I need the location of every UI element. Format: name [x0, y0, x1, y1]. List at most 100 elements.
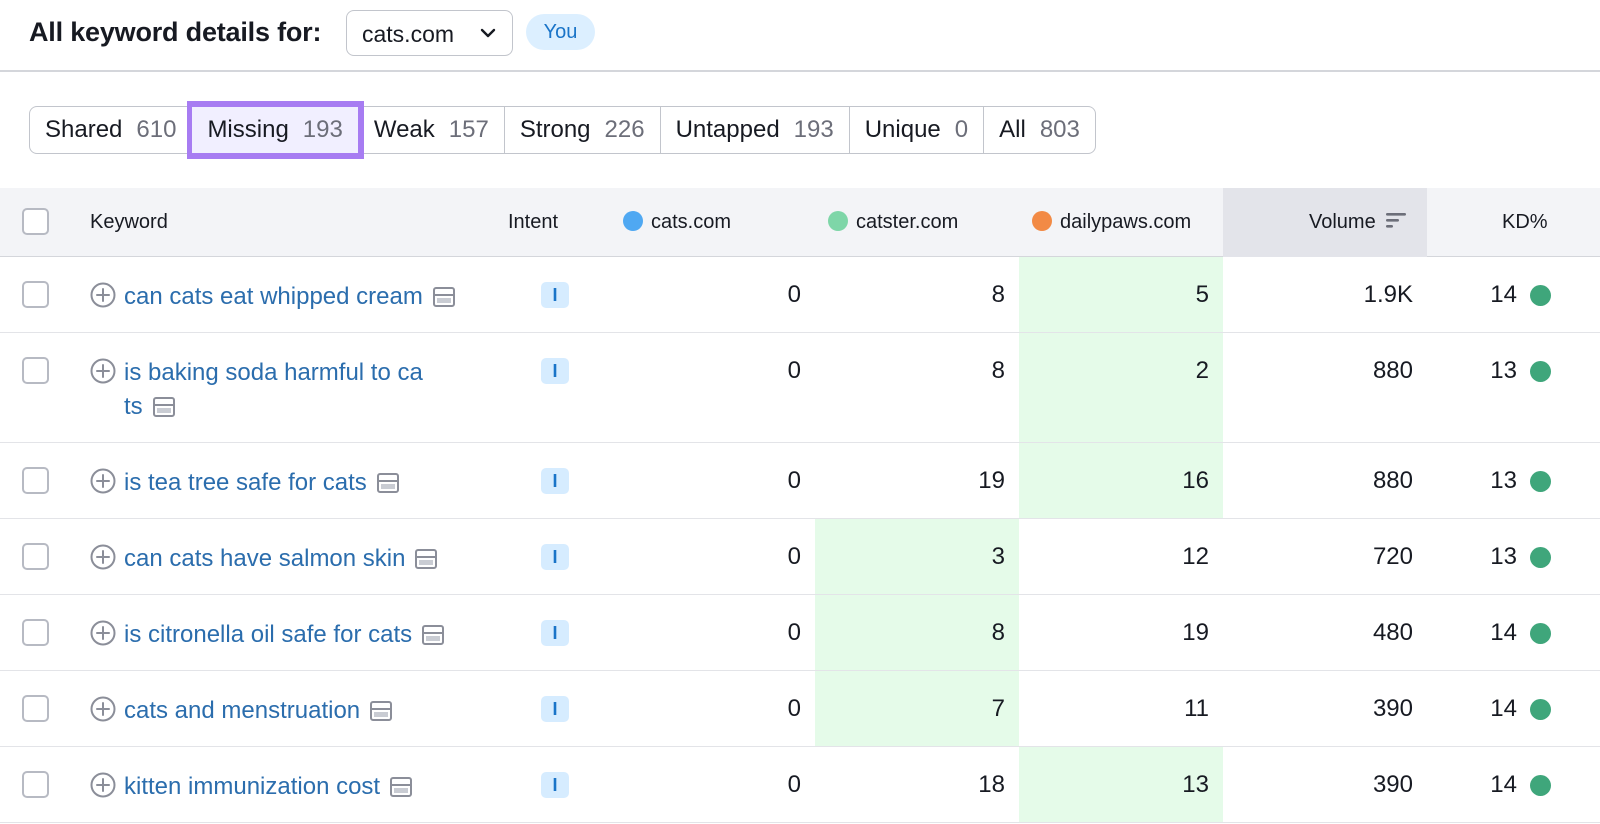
volume-value: 480 [1372, 619, 1413, 646]
add-to-list-icon[interactable] [90, 358, 116, 384]
add-to-list-icon[interactable] [90, 620, 116, 646]
serp-features-icon[interactable] [370, 701, 393, 721]
add-to-list-icon[interactable] [90, 772, 116, 798]
column-header-dailypaws[interactable]: dailypaws.com [1032, 188, 1191, 257]
column-header-intent[interactable]: Intent [508, 188, 558, 257]
row-checkbox[interactable] [22, 619, 49, 646]
keyword-cell: is baking soda harmful to ca ts [90, 356, 480, 424]
tab-weak[interactable]: Weak 157 [358, 106, 505, 154]
page-title: All keyword details for: [29, 17, 322, 47]
kd-value: 14 [1490, 619, 1517, 646]
tab-missing[interactable]: Missing 193 [187, 101, 364, 159]
keyword-link[interactable]: is citronella oil safe for cats [124, 621, 412, 648]
tab-label: Weak [373, 116, 435, 143]
domain3-dot [1032, 211, 1052, 231]
row-checkbox[interactable] [22, 467, 49, 494]
serp-features-icon[interactable] [415, 549, 438, 569]
serp-features-icon[interactable] [432, 287, 455, 307]
table-row: can cats have salmon skin I 0 3 12 720 1… [0, 519, 1600, 595]
keyword-link[interactable]: can cats have salmon skin [124, 545, 405, 572]
keyword-link-continued[interactable]: ts [124, 393, 143, 420]
row-checkbox[interactable] [22, 771, 49, 798]
column-header-catster[interactable]: catster.com [828, 188, 958, 257]
table-row: is baking soda harmful to ca ts I 0 8 2 … [0, 333, 1600, 443]
rank-catster: 8 [991, 619, 1005, 646]
column-header-label: catster.com [856, 211, 959, 233]
tab-label: Untapped [675, 116, 780, 143]
keyword-link[interactable]: cats and menstruation [124, 697, 360, 724]
tab-strong[interactable]: Strong 226 [504, 106, 661, 154]
row-checkbox[interactable] [22, 695, 49, 722]
kd-indicator-dot [1530, 547, 1551, 568]
add-to-list-icon[interactable] [90, 696, 116, 722]
select-all-checkbox[interactable] [22, 208, 49, 235]
column-header-kd[interactable]: KD% [1502, 188, 1548, 257]
volume-value: 390 [1372, 771, 1413, 798]
rank-cats: 0 [787, 771, 801, 798]
kd-value: 13 [1490, 543, 1517, 570]
serp-features-icon[interactable] [152, 397, 175, 417]
tab-count: 157 [448, 116, 489, 143]
tab-count: 803 [1039, 116, 1080, 143]
best-rank-highlight [1019, 333, 1223, 442]
add-to-list-icon[interactable] [90, 468, 116, 494]
rank-dailypaws: 11 [1184, 695, 1209, 722]
table-header: Keyword Intent cats.com catster.com dail… [0, 188, 1600, 257]
add-to-list-icon[interactable] [90, 544, 116, 570]
volume-value: 1.9K [1363, 281, 1413, 308]
rank-catster: 19 [978, 467, 1005, 494]
keyword-link[interactable]: is tea tree safe for cats [124, 469, 367, 496]
tab-label: Unique [864, 116, 941, 143]
kd-indicator-dot [1530, 623, 1551, 644]
serp-features-icon[interactable] [390, 777, 413, 797]
table-row: is citronella oil safe for cats I 0 8 19… [0, 595, 1600, 671]
chevron-down-icon [480, 28, 496, 38]
sort-descending-icon[interactable] [1385, 211, 1406, 229]
tab-label: Strong [519, 116, 591, 143]
table-row: cats and menstruation I 0 7 11 390 14 [0, 671, 1600, 747]
tab-untapped[interactable]: Untapped 193 [660, 106, 850, 154]
column-header-volume[interactable]: Volume [1309, 188, 1406, 257]
rank-dailypaws: 16 [1182, 467, 1209, 494]
tab-count: 0 [954, 116, 969, 143]
page-header: All keyword details for: cats.com You [0, 0, 1600, 72]
domain1-dot [623, 211, 643, 231]
serp-features-icon[interactable] [422, 625, 445, 645]
keyword-filter-tabs: Shared 610 Missing 193 Weak 157 Strong 226 U… [29, 101, 1096, 159]
table-row: is tea tree safe for cats I 0 19 16 880 … [0, 443, 1600, 519]
column-header-keyword[interactable]: Keyword [90, 188, 168, 257]
row-checkbox[interactable] [22, 281, 49, 308]
table-row: kitten immunization cost I 0 18 13 390 1… [0, 747, 1600, 823]
tab-shared[interactable]: Shared 610 [29, 106, 193, 154]
rank-cats: 0 [787, 695, 801, 722]
rank-dailypaws: 19 [1182, 619, 1209, 646]
add-to-list-icon[interactable] [90, 282, 116, 308]
rank-catster: 8 [991, 281, 1005, 308]
keyword-cell: is citronella oil safe for cats [90, 618, 480, 652]
serp-features-icon[interactable] [376, 473, 399, 493]
row-checkbox[interactable] [22, 543, 49, 570]
kd-value: 14 [1490, 281, 1517, 308]
kd-indicator-dot [1530, 699, 1551, 720]
tab-all[interactable]: All 803 [984, 106, 1096, 154]
kd-value: 14 [1490, 695, 1517, 722]
domain-dropdown[interactable]: cats.com [346, 10, 513, 56]
keyword-link[interactable]: is baking soda harmful to ca [124, 356, 480, 390]
column-header-cats[interactable]: cats.com [623, 188, 731, 257]
intent-badge: I [541, 544, 569, 570]
tab-label: All [999, 116, 1026, 143]
intent-badge: I [541, 696, 569, 722]
keyword-link[interactable]: kitten immunization cost [124, 773, 380, 800]
row-checkbox[interactable] [22, 357, 49, 384]
kd-value: 14 [1490, 771, 1517, 798]
kd-value: 13 [1490, 357, 1517, 384]
rank-catster: 7 [991, 695, 1005, 722]
keyword-link[interactable]: can cats eat whipped cream [124, 283, 423, 310]
tab-unique[interactable]: Unique 0 [849, 106, 985, 154]
keyword-table: Keyword Intent cats.com catster.com dail… [0, 188, 1600, 823]
domain-dropdown-value: cats.com [362, 21, 455, 47]
rank-catster: 18 [978, 771, 1005, 798]
kd-value: 13 [1490, 467, 1517, 494]
rank-catster: 3 [991, 543, 1005, 570]
keyword-cell: can cats eat whipped cream [90, 280, 480, 314]
